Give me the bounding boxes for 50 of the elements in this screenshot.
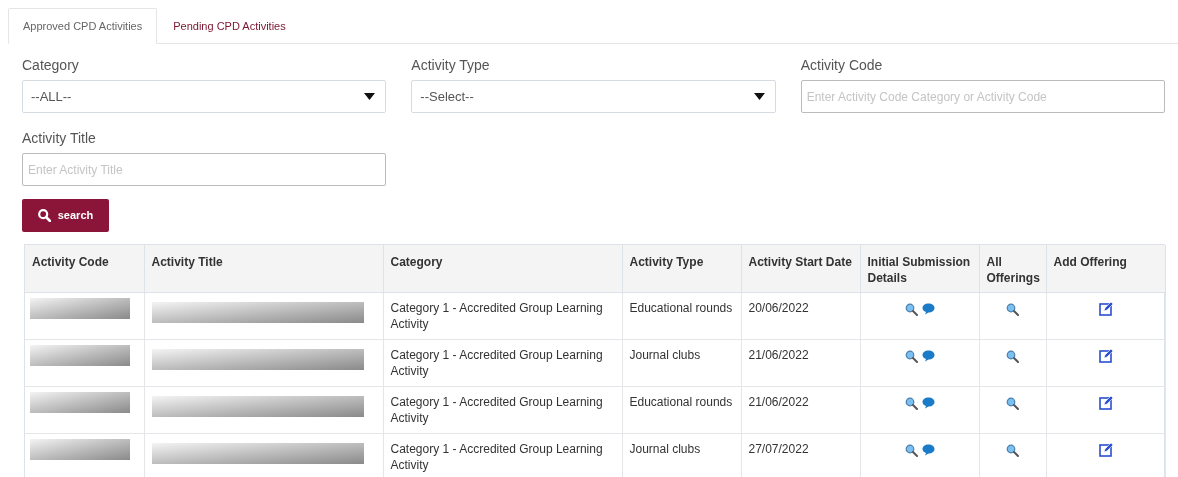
edit-icon[interactable] bbox=[1098, 442, 1113, 457]
tab[interactable]: Pending CPD Activities bbox=[157, 8, 302, 44]
table-cell-text: Journal clubs bbox=[629, 347, 701, 362]
table-cell-text: Category 1 - Accredited Group Learning Activity bbox=[390, 394, 603, 425]
magnifier-icon[interactable] bbox=[1006, 302, 1019, 316]
dropdown[interactable]: --Select-- bbox=[411, 80, 776, 113]
table-cell-text: 21/06/2022 bbox=[748, 347, 809, 362]
column-header: Initial Submission Details bbox=[867, 255, 971, 285]
table-cell-text: Educational rounds bbox=[629, 300, 733, 315]
field-label: Category bbox=[22, 57, 80, 73]
magnifier-icon[interactable] bbox=[904, 443, 918, 457]
speech-bubble-icon[interactable] bbox=[921, 302, 935, 315]
column-header: Activity Code bbox=[32, 255, 109, 269]
search-button[interactable]: search bbox=[22, 199, 109, 232]
tab[interactable]: Approved CPD Activities bbox=[8, 8, 158, 44]
magnifier-icon[interactable] bbox=[904, 349, 918, 363]
search-icon bbox=[37, 209, 51, 222]
table-cell-text: Category 1 - Accredited Group Learning Activity bbox=[390, 300, 603, 331]
caret-icon bbox=[753, 93, 765, 100]
table-cell-text: Educational rounds bbox=[629, 394, 733, 409]
table-cell-text: Category 1 - Accredited Group Learning Activity bbox=[390, 347, 603, 378]
magnifier-icon[interactable] bbox=[1006, 396, 1019, 410]
input-field[interactable]: Enter Activity Title bbox=[22, 153, 387, 186]
table-cell-text: Category 1 - Accredited Group Learning Activity bbox=[390, 441, 603, 472]
magnifier-icon[interactable] bbox=[1006, 443, 1019, 457]
speech-bubble-icon[interactable] bbox=[921, 349, 935, 362]
speech-bubble-icon[interactable] bbox=[921, 443, 935, 456]
magnifier-icon[interactable] bbox=[1006, 349, 1019, 363]
column-header: Activity Type bbox=[629, 255, 704, 269]
magnifier-icon[interactable] bbox=[904, 396, 918, 410]
field-label: Activity Code bbox=[800, 57, 884, 73]
column-header: Activity Start Date bbox=[748, 255, 852, 269]
table-cell-text: 20/06/2022 bbox=[748, 300, 809, 315]
table-cell-text: Journal clubs bbox=[629, 441, 701, 456]
edit-icon[interactable] bbox=[1098, 301, 1113, 316]
table-cell-text: 21/06/2022 bbox=[748, 394, 809, 409]
column-header: Activity Title bbox=[151, 255, 223, 269]
field-label: Activity Type bbox=[411, 57, 491, 73]
input-field[interactable]: Enter Activity Code Category or Activity Code bbox=[800, 80, 1165, 113]
column-header: All Offerings bbox=[986, 255, 1040, 285]
edit-icon[interactable] bbox=[1098, 395, 1113, 410]
speech-bubble-icon[interactable] bbox=[921, 396, 935, 409]
column-header: Category bbox=[390, 255, 443, 269]
column-header: Add Offering bbox=[1053, 255, 1127, 269]
table-cell-text: 27/07/2022 bbox=[748, 441, 809, 456]
edit-icon[interactable] bbox=[1098, 348, 1113, 363]
field-label: Activity Title bbox=[22, 130, 97, 146]
caret-icon bbox=[364, 93, 376, 100]
dropdown[interactable]: --ALL-- bbox=[22, 80, 387, 113]
magnifier-icon[interactable] bbox=[904, 302, 918, 316]
